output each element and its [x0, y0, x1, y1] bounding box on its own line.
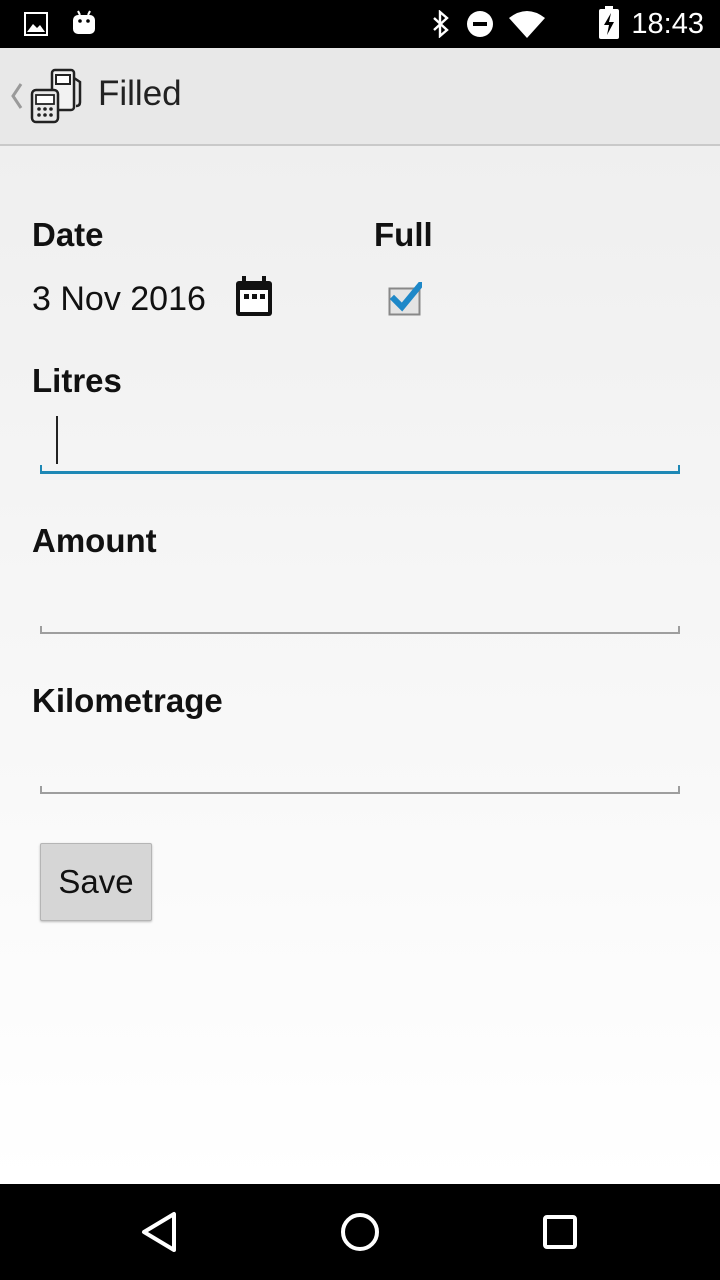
full-checkbox[interactable] — [388, 282, 422, 316]
amount-underline-tick-right — [678, 626, 680, 634]
kilometrage-underline-tick-right — [678, 786, 680, 794]
calendar-icon[interactable] — [234, 276, 274, 318]
status-time: 18:43 — [631, 8, 704, 40]
do-not-disturb-icon — [467, 11, 493, 37]
date-value[interactable]: 3 Nov 2016 — [32, 280, 206, 319]
litres-input[interactable] — [40, 414, 680, 474]
amount-underline — [40, 632, 680, 634]
date-label: Date — [32, 216, 104, 253]
text-cursor — [56, 416, 58, 464]
kilometrage-underline — [40, 792, 680, 794]
kilometrage-label: Kilometrage — [32, 682, 223, 719]
action-bar: Filled — [0, 48, 720, 146]
status-bar: 18:43 — [0, 0, 720, 48]
battery-charging-icon — [599, 6, 619, 39]
kilometrage-input[interactable] — [40, 734, 680, 794]
amount-label: Amount — [32, 522, 157, 559]
back-triangle-icon[interactable] — [136, 1208, 184, 1256]
amount-input[interactable] — [40, 574, 680, 634]
android-notification-icon — [73, 10, 95, 34]
litres-underline — [40, 471, 680, 474]
litres-underline-tick-right — [678, 465, 680, 474]
page-title: Filled — [98, 74, 182, 113]
bluetooth-icon — [433, 10, 449, 38]
full-label: Full — [374, 216, 433, 253]
save-button[interactable]: Save — [40, 843, 152, 921]
litres-underline-tick-left — [40, 465, 42, 474]
litres-label: Litres — [32, 362, 122, 399]
chevron-left-icon[interactable] — [6, 78, 26, 114]
home-circle-icon[interactable] — [336, 1208, 384, 1256]
recents-square-icon[interactable] — [536, 1208, 584, 1256]
navigation-bar — [0, 1184, 720, 1280]
amount-underline-tick-left — [40, 626, 42, 634]
fill-form: Date Full 3 Nov 2016 Litres Amount Kilom… — [0, 146, 720, 1184]
kilometrage-underline-tick-left — [40, 786, 42, 794]
image-notification-icon — [24, 12, 48, 36]
wifi-icon — [509, 11, 545, 38]
fuel-pump-icon[interactable] — [30, 68, 84, 124]
